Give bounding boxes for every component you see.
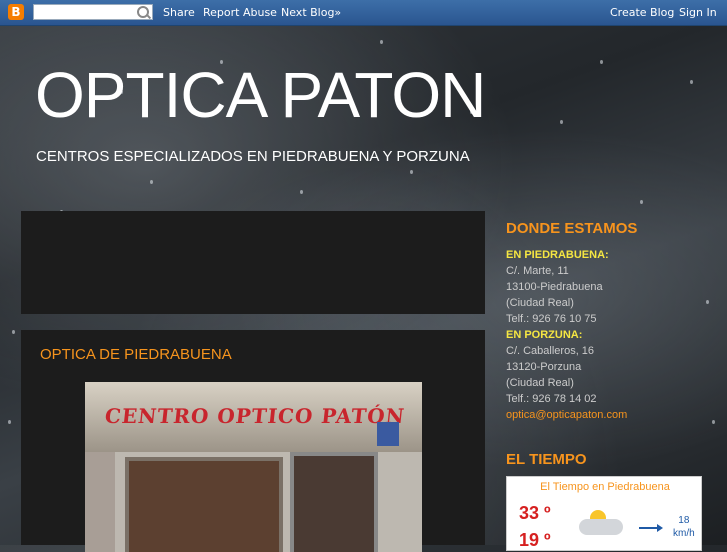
wind-speed-value: 18 [678, 515, 690, 526]
wind-direction-icon [639, 524, 663, 532]
next-blog-link[interactable]: Next Blog» [281, 6, 341, 19]
blog-title[interactable]: OPTICA PATON [35, 58, 486, 132]
sign-in-link[interactable]: Sign In [679, 6, 717, 19]
porzuna-address-line: (Ciudad Real) [506, 377, 574, 389]
porzuna-label: EN PORZUNA: [506, 329, 583, 341]
porzuna-address-line: 13120-Porzuna [506, 361, 582, 373]
create-blog-link[interactable]: Create Blog [610, 6, 674, 19]
blogger-logo-icon[interactable]: B [8, 4, 24, 20]
post-title[interactable]: OPTICA DE PIEDRABUENA [40, 346, 232, 363]
porzuna-phone: Telf.: 926 78 14 02 [506, 393, 597, 405]
weather-high-temp: 33 º [519, 503, 551, 523]
weather-low-temp: 19 º [519, 530, 551, 550]
piedrabuena-phone: Telf.: 926 76 10 75 [506, 313, 597, 325]
blog-description: CENTROS ESPECIALIZADOS EN PIEDRABUENA Y … [36, 148, 470, 165]
piedrabuena-address-line: 13100-Piedrabuena [506, 281, 603, 293]
storefront-photo[interactable]: CENTRO OPTICO PATÓN [85, 382, 422, 552]
location-heading: DONDE ESTAMOS [506, 220, 638, 237]
storefront-badge [377, 422, 399, 446]
blog-post: OPTICA DE PIEDRABUENA CENTRO OPTICO PATÓ… [21, 330, 485, 552]
weather-heading: EL TIEMPO [506, 451, 587, 468]
search-input[interactable] [33, 4, 153, 20]
piedrabuena-address-line: (Ciudad Real) [506, 297, 574, 309]
search-icon[interactable] [137, 6, 149, 18]
porzuna-address-line: C/. Caballeros, 16 [506, 345, 595, 357]
weather-title[interactable]: El Tiempo en Piedrabuena [507, 481, 703, 493]
storefront-sign-text: CENTRO OPTICO PATÓN [103, 404, 407, 428]
storefront-pillar [85, 452, 115, 552]
piedrabuena-label: EN PIEDRABUENA: [506, 249, 609, 261]
weather-widget[interactable]: El Tiempo en Piedrabuena 33 º 19 º 18 km… [506, 476, 702, 551]
cloud-icon [579, 519, 623, 535]
storefront-window [125, 457, 283, 552]
wind-speed-unit: km/h [673, 528, 695, 539]
blogger-navbar: B Share Report Abuse Next Blog» Create B… [0, 0, 727, 26]
empty-content-block [21, 211, 485, 314]
storefront-door [290, 452, 378, 552]
email-link[interactable]: optica@opticapaton.com [506, 409, 627, 421]
share-link[interactable]: Share [163, 6, 195, 19]
piedrabuena-address-line: C/. Marte, 11 [506, 265, 569, 277]
report-abuse-link[interactable]: Report Abuse [203, 6, 277, 19]
wind-speed: 18 km/h [673, 514, 695, 540]
